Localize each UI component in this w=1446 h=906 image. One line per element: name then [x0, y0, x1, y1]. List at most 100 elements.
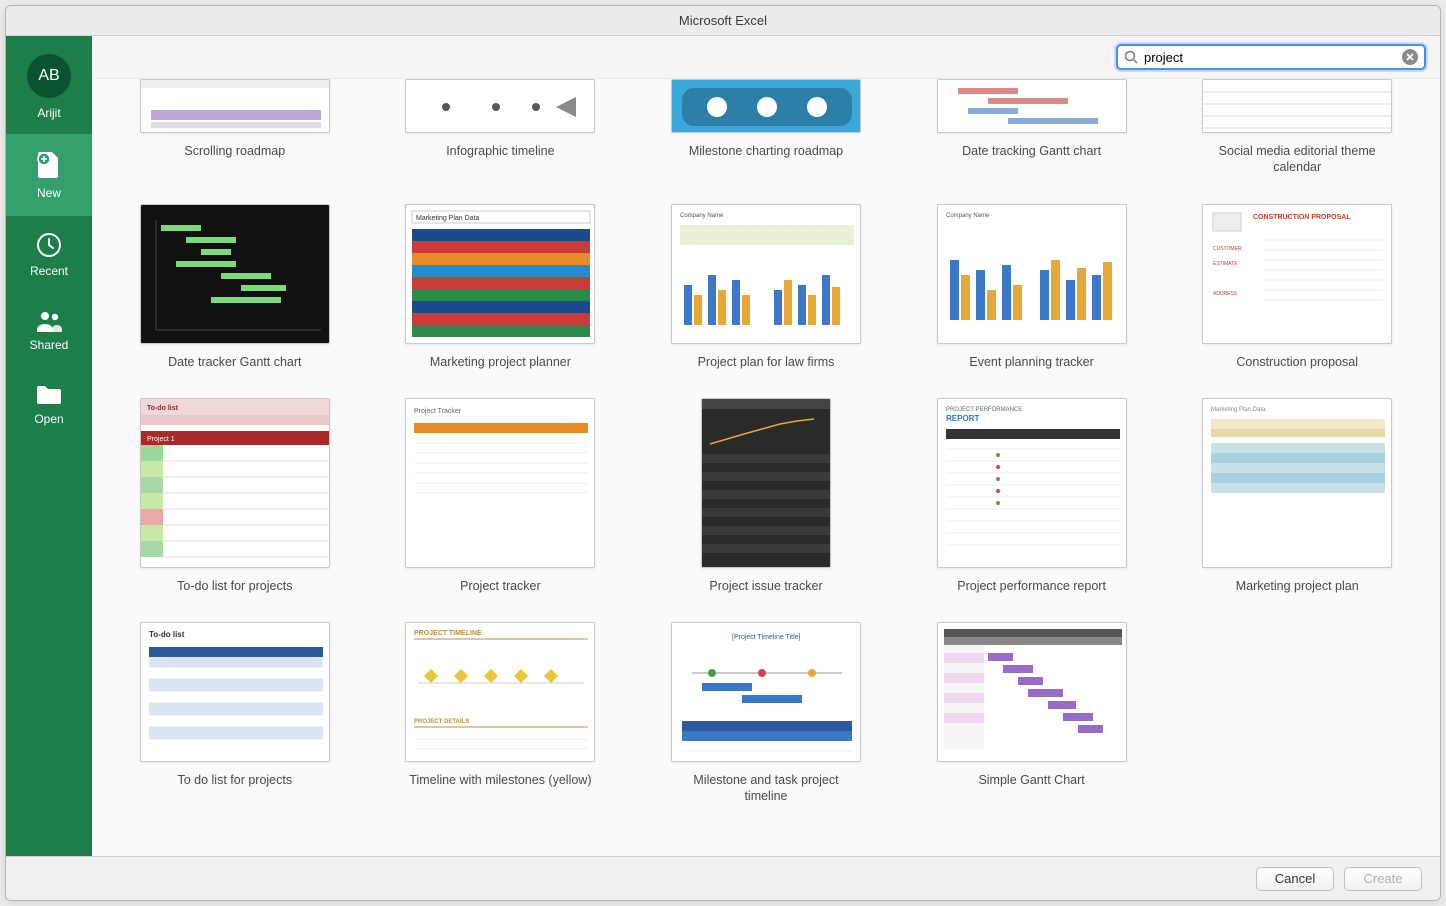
template-thumb: Company Name — [937, 204, 1127, 344]
svg-text:Marketing Plan Data: Marketing Plan Data — [1211, 407, 1266, 413]
template-label: Milestone and task project timeline — [671, 772, 861, 805]
template-label: Date tracker Gantt chart — [168, 354, 301, 370]
svg-text:REPORT: REPORT — [946, 414, 979, 423]
template-thumb — [937, 79, 1127, 133]
template-label: Project issue tracker — [709, 578, 822, 594]
template-thumb: Marketing Plan Data — [405, 204, 595, 344]
template-thumb: PROJECT TIMELINEPROJECT DETAILS — [405, 622, 595, 762]
cancel-button[interactable]: Cancel — [1256, 867, 1334, 891]
sidebar-item-new[interactable]: New — [6, 134, 92, 216]
template-gallery[interactable]: Scrolling roadmap Infographic timeline M… — [92, 79, 1440, 856]
template-card[interactable]: PROJECT TIMELINEPROJECT DETAILS Timeline… — [378, 622, 624, 805]
svg-text:PROJECT DETAILS: PROJECT DETAILS — [414, 719, 469, 725]
template-card[interactable]: To-do list Project 1 To-do list for proje… — [112, 398, 358, 594]
template-card[interactable]: Scrolling roadmap — [112, 79, 358, 176]
template-card[interactable]: Company Name Project plan for law firms — [643, 204, 889, 370]
template-thumb: CONSTRUCTION PROPOSALCUSTOMERESTIMATEADD… — [1202, 204, 1392, 344]
template-label: Marketing project plan — [1236, 578, 1359, 594]
svg-text:Company Name: Company Name — [680, 213, 724, 219]
search-icon — [1124, 50, 1138, 64]
sidebar-item-shared[interactable]: Shared — [6, 294, 92, 368]
template-card[interactable]: Company Name Event planning tracker — [909, 204, 1155, 370]
template-label: Project performance report — [957, 578, 1106, 594]
template-label: Date tracking Gantt chart — [962, 143, 1101, 159]
avatar: AB — [27, 54, 71, 98]
sidebar-item-label: Open — [34, 412, 63, 426]
template-card[interactable]: Date tracking Gantt chart — [909, 79, 1155, 176]
svg-text:CUSTOMER: CUSTOMER — [1213, 246, 1242, 252]
template-label: Marketing project planner — [430, 354, 571, 370]
sidebar-item-label: Recent — [30, 264, 68, 278]
svg-text:ESTIMATE: ESTIMATE — [1213, 261, 1238, 267]
template-thumb — [1202, 79, 1392, 133]
template-label: Project plan for law firms — [698, 354, 835, 370]
titlebar: Microsoft Excel — [6, 6, 1440, 36]
account-section[interactable]: AB Arijit — [6, 36, 92, 134]
template-card[interactable]: Infographic timeline — [378, 79, 624, 176]
svg-text:PROJECT PERFORMANCE: PROJECT PERFORMANCE — [946, 407, 1022, 413]
file-plus-icon — [36, 150, 62, 180]
footer: Cancel Create — [6, 856, 1440, 900]
template-label: Milestone charting roadmap — [689, 143, 843, 159]
template-thumb — [671, 79, 861, 133]
close-icon — [1406, 53, 1414, 61]
template-thumb: Company Name — [671, 204, 861, 344]
template-label: Infographic timeline — [446, 143, 554, 159]
avatar-initials: AB — [38, 67, 59, 85]
svg-text:Marketing Plan Data: Marketing Plan Data — [416, 215, 480, 222]
template-card[interactable]: Social media editorial theme calendar — [1174, 79, 1420, 176]
template-label: To do list for projects — [177, 772, 292, 788]
searchbar-row — [92, 36, 1440, 79]
template-label: Construction proposal — [1236, 354, 1358, 370]
template-thumb — [140, 204, 330, 344]
template-thumb: Marketing Plan Data — [1202, 398, 1392, 568]
clear-search-button[interactable] — [1402, 49, 1418, 65]
svg-text:To-do list: To-do list — [147, 405, 179, 412]
template-label: Social media editorial theme calendar — [1202, 143, 1392, 176]
account-name: Arijit — [37, 106, 60, 120]
template-thumb: PROJECT PERFORMANCEREPORT — [937, 398, 1127, 568]
template-thumb — [140, 79, 330, 133]
people-icon — [35, 310, 63, 332]
template-thumb: [Project Timeline Title] — [671, 622, 861, 762]
template-card[interactable]: [Project Timeline Title] Milestone and t… — [643, 622, 889, 805]
template-card[interactable]: PROJECT PERFORMANCEREPORT Project perfor… — [909, 398, 1155, 594]
template-card[interactable]: Marketing Plan Data Marketing project pl… — [378, 204, 624, 370]
search-input[interactable] — [1138, 50, 1402, 65]
template-thumb: To-do list Project 1 — [140, 398, 330, 568]
folder-icon — [35, 384, 63, 406]
create-button[interactable]: Create — [1344, 867, 1422, 891]
template-thumb: Project Tracker — [405, 398, 595, 568]
template-thumb: To-do list — [140, 622, 330, 762]
search-box[interactable] — [1116, 44, 1426, 70]
template-card[interactable]: Date tracker Gantt chart — [112, 204, 358, 370]
template-card[interactable]: Milestone charting roadmap — [643, 79, 889, 176]
svg-text:[Project Timeline Title]: [Project Timeline Title] — [732, 634, 801, 641]
template-label: Project tracker — [460, 578, 541, 594]
svg-text:Company Name: Company Name — [946, 213, 990, 219]
svg-text:Project 1: Project 1 — [147, 436, 175, 443]
template-label: Timeline with milestones (yellow) — [409, 772, 591, 788]
button-label: Create — [1363, 871, 1402, 886]
template-thumb — [701, 398, 831, 568]
sidebar-item-open[interactable]: Open — [6, 368, 92, 442]
sidebar-item-label: New — [37, 186, 61, 200]
sidebar-item-label: Shared — [30, 338, 69, 352]
template-thumb — [405, 79, 595, 133]
template-label: Event planning tracker — [969, 354, 1093, 370]
template-label: Scrolling roadmap — [184, 143, 285, 159]
template-card[interactable]: To-do list To do list for projects — [112, 622, 358, 805]
template-thumb — [937, 622, 1127, 762]
template-label: To-do list for projects — [177, 578, 292, 594]
sidebar-item-recent[interactable]: Recent — [6, 216, 92, 294]
window-title: Microsoft Excel — [679, 13, 767, 28]
template-label: Simple Gantt Chart — [978, 772, 1084, 788]
template-card[interactable]: Marketing Plan Data Marketing project pl… — [1174, 398, 1420, 594]
sidebar: AB Arijit New Recent — [6, 36, 92, 856]
template-card[interactable]: Project Tracker Project tracker — [378, 398, 624, 594]
svg-text:CONSTRUCTION PROPOSAL: CONSTRUCTION PROPOSAL — [1253, 214, 1351, 221]
template-card[interactable]: Project issue tracker — [643, 398, 889, 594]
main-panel: Scrolling roadmap Infographic timeline M… — [92, 36, 1440, 856]
template-card[interactable]: CONSTRUCTION PROPOSALCUSTOMERESTIMATEADD… — [1174, 204, 1420, 370]
template-card[interactable]: Simple Gantt Chart — [909, 622, 1155, 805]
